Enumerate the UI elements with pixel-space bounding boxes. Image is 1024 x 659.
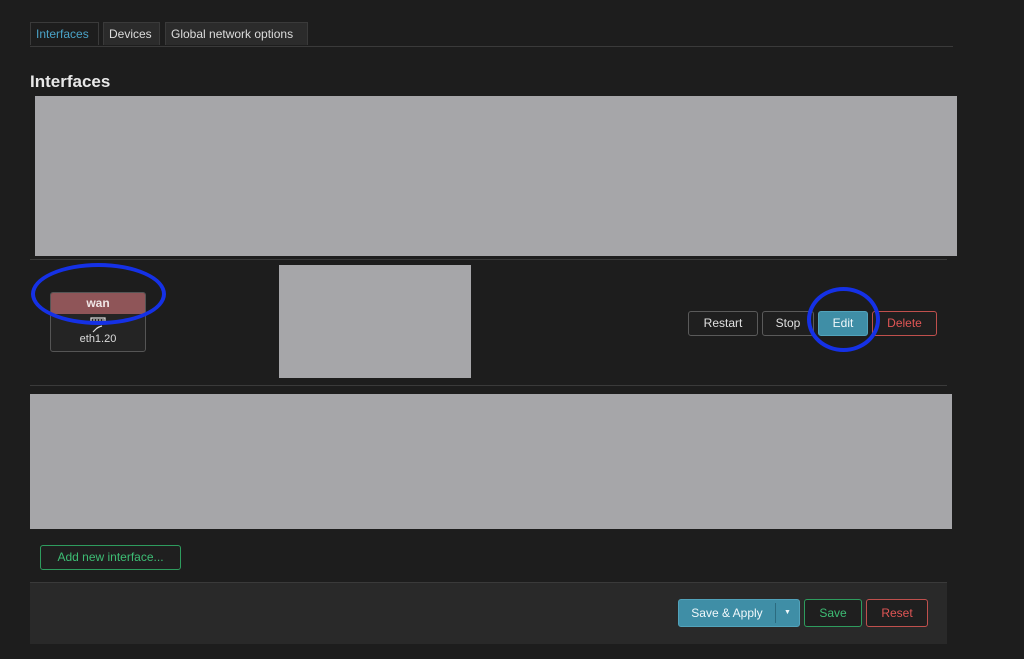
tab-bar: Interfaces Devices Global network option… bbox=[30, 22, 953, 47]
page-title: Interfaces bbox=[30, 72, 111, 91]
tab-devices[interactable]: Devices bbox=[103, 22, 160, 45]
add-new-interface-button[interactable]: Add new interface... bbox=[40, 545, 181, 570]
redacted-region-top bbox=[35, 96, 957, 256]
tab-interfaces[interactable]: Interfaces bbox=[30, 22, 99, 45]
network-interfaces-page: Interfaces Devices Global network option… bbox=[0, 0, 1024, 659]
interface-badge-wan: wan eth1.20 bbox=[50, 292, 146, 352]
reset-button[interactable]: Reset bbox=[866, 599, 928, 627]
save-apply-split-button: Save & Apply ▼ bbox=[678, 599, 800, 627]
stop-button[interactable]: Stop bbox=[762, 311, 814, 336]
tab-global-network-options[interactable]: Global network options bbox=[165, 22, 308, 45]
delete-button[interactable]: Delete bbox=[872, 311, 937, 336]
interface-name: wan bbox=[51, 293, 145, 314]
redacted-region-status bbox=[279, 265, 471, 378]
edit-button[interactable]: Edit bbox=[818, 311, 868, 336]
restart-button[interactable]: Restart bbox=[688, 311, 758, 336]
save-button[interactable]: Save bbox=[804, 599, 862, 627]
redacted-region-bottom bbox=[30, 394, 952, 529]
divider bbox=[30, 385, 947, 386]
save-apply-button[interactable]: Save & Apply bbox=[679, 600, 775, 626]
ethernet-port-icon bbox=[90, 317, 106, 333]
interface-device: eth1.20 bbox=[79, 333, 117, 345]
caret-down-icon[interactable]: ▼ bbox=[776, 600, 799, 626]
divider bbox=[30, 259, 947, 260]
